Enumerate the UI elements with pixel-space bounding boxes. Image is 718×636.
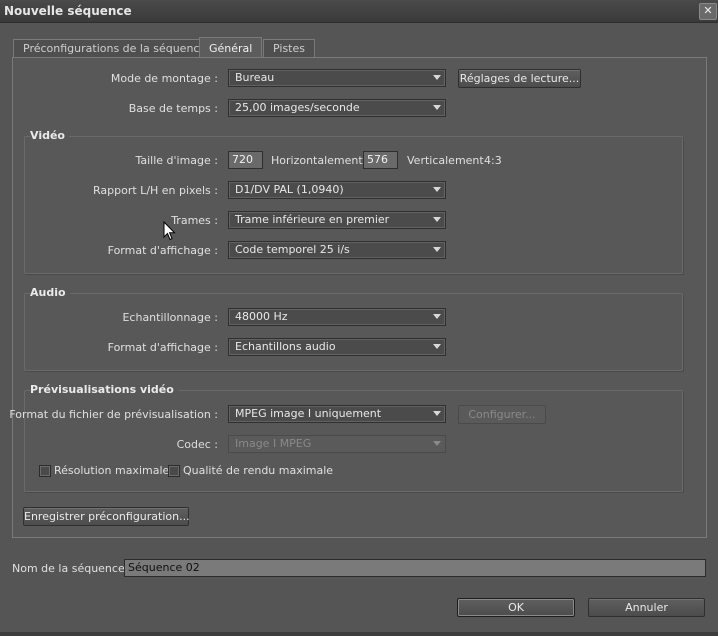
max-render-quality-checkbox[interactable]: [168, 465, 180, 477]
close-button[interactable]: ✕: [699, 3, 717, 20]
sample-rate-label: Echantillonnage :: [122, 311, 218, 324]
chevron-down-icon: [433, 75, 441, 80]
timebase-select[interactable]: 25,00 images/seconde: [228, 99, 446, 117]
audio-display-format-value: Echantillons audio: [235, 340, 336, 353]
chevron-down-icon: [433, 105, 441, 110]
sample-rate-value: 48000 Hz: [235, 310, 288, 323]
cancel-button-label: Annuler: [625, 601, 668, 614]
codec-label: Codec :: [176, 438, 218, 451]
editing-mode-label: Mode de montage :: [110, 72, 218, 85]
pixel-aspect-select[interactable]: D1/DV PAL (1,0940): [228, 181, 446, 199]
mouse-cursor-icon: [163, 221, 176, 241]
ok-button[interactable]: OK: [457, 598, 575, 617]
frame-width-input[interactable]: 720: [228, 151, 263, 169]
vertical-label: Verticalement: [407, 154, 484, 167]
audio-display-format-select[interactable]: Echantillons audio: [228, 338, 446, 356]
max-resolution-label: Résolution maximale: [54, 464, 170, 477]
frame-height-input[interactable]: 576: [363, 151, 398, 169]
sequence-name-input[interactable]: Séquence 02: [124, 559, 706, 577]
video-previews-group-title: Prévisualisations vidéo: [30, 383, 178, 396]
sequence-name-label: Nom de la séquence :: [12, 562, 132, 575]
save-preset-label: Enregistrer préconfiguration...: [24, 510, 190, 523]
aspect-ratio-value: 4:3: [484, 154, 502, 167]
fields-select[interactable]: Trame inférieure en premier: [228, 211, 446, 229]
chevron-down-icon: [433, 247, 441, 252]
tab-presets-label: Préconfigurations de la séquence: [23, 42, 207, 55]
tab-general-label: Général: [209, 42, 253, 55]
codec-select[interactable]: Image I MPEG: [228, 435, 446, 453]
chevron-down-icon: [433, 187, 441, 192]
audio-display-format-label: Format d'affichage :: [107, 341, 218, 354]
max-render-quality-label: Qualité de rendu maximale: [183, 464, 334, 477]
max-resolution-checkbox[interactable]: [39, 465, 51, 477]
chevron-down-icon: [433, 314, 441, 319]
playback-settings-button[interactable]: Réglages de lecture...: [458, 69, 581, 88]
video-display-format-select[interactable]: Code temporel 25 i/s: [228, 241, 446, 259]
window-bottom-border: [0, 632, 718, 636]
preview-file-format-value: MPEG image I uniquement: [235, 407, 382, 420]
audio-group: [24, 293, 683, 371]
chevron-down-icon: [433, 217, 441, 222]
tab-presets[interactable]: Préconfigurations de la séquence: [13, 39, 217, 58]
frame-size-label: Taille d'image :: [135, 154, 218, 167]
save-preset-button[interactable]: Enregistrer préconfiguration...: [23, 507, 190, 526]
pixel-aspect-label: Rapport L/H en pixels :: [93, 184, 218, 197]
ok-button-label: OK: [508, 601, 524, 614]
codec-value: Image I MPEG: [235, 437, 312, 450]
tab-tracks[interactable]: Pistes: [263, 39, 315, 58]
fields-label: Trames :: [171, 214, 218, 227]
window-title: Nouvelle séquence: [4, 4, 132, 18]
tab-tracks-label: Pistes: [273, 42, 305, 55]
video-display-format-value: Code temporel 25 i/s: [235, 243, 350, 256]
audio-group-title: Audio: [30, 286, 70, 299]
sample-rate-select[interactable]: 48000 Hz: [228, 308, 446, 326]
configure-button-label: Configurer...: [468, 408, 536, 421]
video-group-title: Vidéo: [30, 129, 69, 142]
editing-mode-value: Bureau: [235, 71, 275, 84]
cancel-button[interactable]: Annuler: [588, 598, 705, 617]
configure-button[interactable]: Configurer...: [458, 405, 546, 424]
close-icon: ✕: [703, 4, 713, 17]
title-bar: Nouvelle séquence ✕: [0, 0, 718, 23]
editing-mode-select[interactable]: Bureau: [228, 69, 446, 87]
chevron-down-icon: [433, 411, 441, 416]
horizontal-label: Horizontalement: [271, 154, 363, 167]
timebase-value: 25,00 images/seconde: [235, 101, 360, 114]
timebase-label: Base de temps :: [128, 102, 218, 115]
fields-value: Trame inférieure en premier: [235, 213, 390, 226]
video-display-format-label: Format d'affichage :: [107, 244, 218, 257]
playback-settings-label: Réglages de lecture...: [459, 72, 580, 85]
chevron-down-icon: [433, 441, 441, 446]
tab-general[interactable]: Général: [199, 37, 263, 59]
pixel-aspect-value: D1/DV PAL (1,0940): [235, 183, 344, 196]
chevron-down-icon: [433, 344, 441, 349]
preview-file-format-label: Format du fichier de prévisualisation :: [9, 408, 218, 421]
preview-file-format-select[interactable]: MPEG image I uniquement: [228, 405, 446, 423]
